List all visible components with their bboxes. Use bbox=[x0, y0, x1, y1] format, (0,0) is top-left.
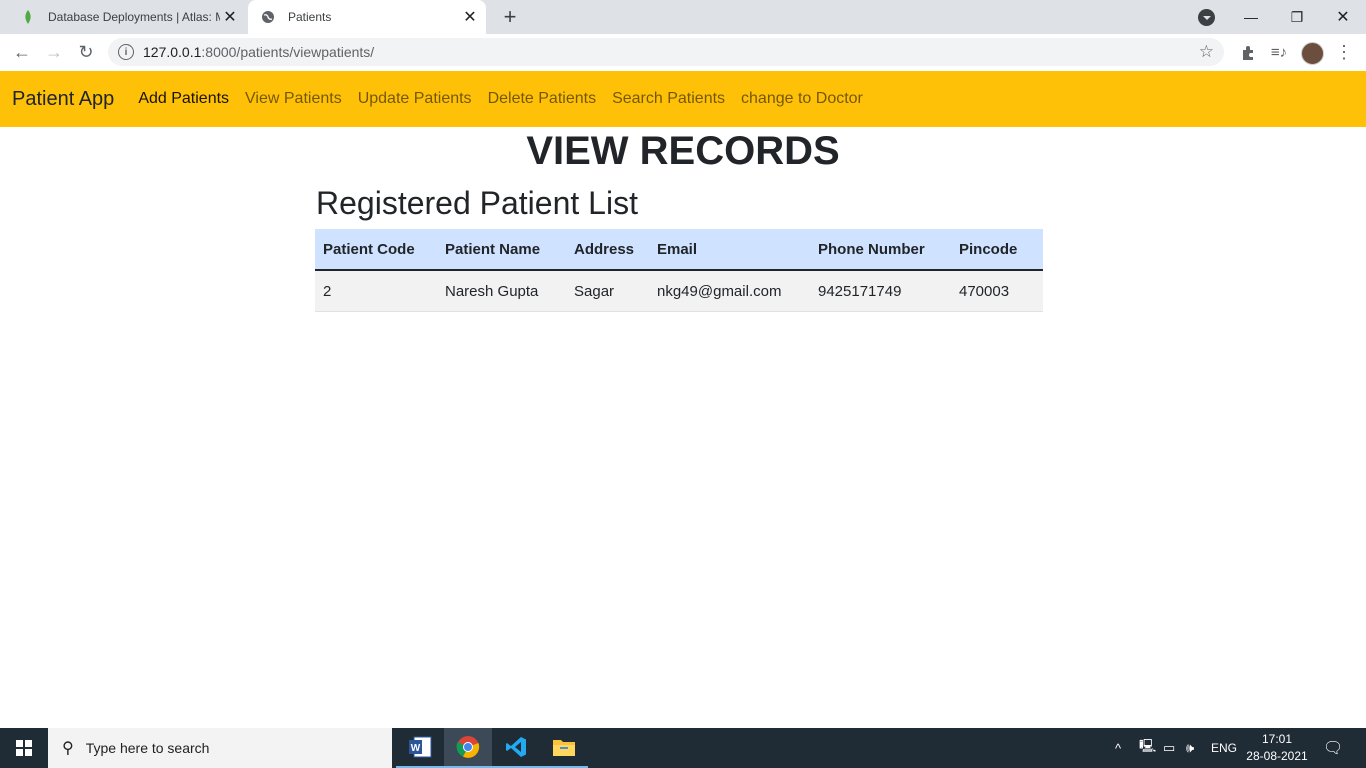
nav-change-to-doctor[interactable]: change to Doctor bbox=[733, 90, 871, 108]
table-header-row: Patient Code Patient Name Address Email … bbox=[315, 229, 1043, 271]
tab-title: Database Deployments | Atlas: M bbox=[48, 10, 220, 24]
cell-pincode: 470003 bbox=[951, 270, 1043, 312]
patients-table: Patient Code Patient Name Address Email … bbox=[315, 229, 1043, 312]
tab-strip: Database Deployments | Atlas: M ✕ Patien… bbox=[0, 0, 1366, 34]
new-tab-icon[interactable]: + bbox=[498, 4, 522, 30]
clock-date: 28-08-2021 bbox=[1246, 749, 1308, 763]
media-controls-icon[interactable]: ≡♪ bbox=[1268, 41, 1290, 63]
clock-time: 17:01 bbox=[1261, 732, 1293, 746]
cell-phone: 9425171749 bbox=[810, 270, 951, 312]
show-hidden-icons[interactable]: ^ bbox=[1115, 728, 1121, 768]
vscode-app-icon[interactable] bbox=[492, 728, 540, 768]
svg-text:W: W bbox=[411, 743, 421, 754]
column-header: Phone Number bbox=[810, 229, 951, 271]
navbar-brand[interactable]: Patient App bbox=[12, 88, 114, 111]
menu-icon[interactable]: ⋮ bbox=[1333, 41, 1355, 63]
page-subtitle: Registered Patient List bbox=[316, 185, 638, 221]
close-window-icon[interactable]: ✕ bbox=[1320, 0, 1366, 34]
tab-patients[interactable]: Patients ✕ bbox=[248, 0, 486, 34]
taskbar-clock[interactable]: 17:01 28-08-2021 bbox=[1240, 731, 1314, 765]
column-header: Email bbox=[649, 229, 810, 271]
windows-logo-icon bbox=[16, 740, 32, 756]
search-icon: ⚲ bbox=[62, 740, 74, 757]
page-title: VIEW RECORDS bbox=[526, 129, 840, 173]
chrome-app-icon[interactable] bbox=[444, 728, 492, 768]
nav-delete-patients[interactable]: Delete Patients bbox=[480, 90, 605, 108]
forward-icon[interactable]: → bbox=[42, 40, 66, 64]
start-button[interactable] bbox=[0, 728, 48, 768]
globe-icon bbox=[260, 9, 276, 25]
close-tab-icon[interactable]: ✕ bbox=[460, 7, 480, 27]
cell-address: Sagar bbox=[566, 270, 649, 312]
nav-view-patients[interactable]: View Patients bbox=[237, 90, 350, 108]
extensions-icon[interactable] bbox=[1237, 41, 1259, 63]
table-row: 2 Naresh Gupta Sagar nkg49@gmail.com 942… bbox=[315, 270, 1043, 312]
column-header: Patient Name bbox=[437, 229, 566, 271]
browser-toolbar: ← → ↻ i 127.0.0.1:8000/patients/viewpati… bbox=[0, 34, 1366, 72]
tab-atlas[interactable]: Database Deployments | Atlas: M ✕ bbox=[8, 0, 246, 34]
column-header: Address bbox=[566, 229, 649, 271]
tab-search-icon[interactable] bbox=[1198, 9, 1215, 26]
bookmark-star-icon[interactable]: ☆ bbox=[1199, 42, 1214, 62]
url-text: 127.0.0.1:8000/patients/viewpatients/ bbox=[143, 44, 375, 60]
file-explorer-icon[interactable] bbox=[540, 728, 588, 768]
nav-update-patients[interactable]: Update Patients bbox=[350, 90, 480, 108]
notifications-icon[interactable]: 🗨 bbox=[1323, 728, 1343, 768]
app-navbar: Patient App Add Patients View Patients U… bbox=[0, 71, 1366, 127]
address-bar[interactable]: i 127.0.0.1:8000/patients/viewpatients/ … bbox=[108, 38, 1224, 66]
network-icon[interactable]: 🖳 bbox=[1139, 728, 1156, 768]
mongodb-leaf-icon bbox=[20, 9, 36, 25]
restore-icon[interactable]: ❐ bbox=[1274, 0, 1320, 34]
taskbar-search-box[interactable]: ⚲ Type here to search bbox=[48, 728, 392, 768]
column-header: Patient Code bbox=[315, 229, 437, 271]
close-tab-icon[interactable]: ✕ bbox=[220, 7, 240, 27]
nav-add-patients[interactable]: Add Patients bbox=[130, 90, 237, 108]
cell-email: nkg49@gmail.com bbox=[649, 270, 810, 312]
volume-icon[interactable]: 🕪 bbox=[1186, 728, 1194, 768]
column-header: Pincode bbox=[951, 229, 1043, 271]
site-info-icon[interactable]: i bbox=[118, 44, 134, 60]
search-placeholder: Type here to search bbox=[85, 740, 210, 756]
battery-icon[interactable]: ▭ bbox=[1163, 728, 1175, 768]
minimize-icon[interactable]: — bbox=[1228, 0, 1274, 34]
language-indicator[interactable]: ENG bbox=[1211, 728, 1237, 768]
back-icon[interactable]: ← bbox=[10, 40, 34, 64]
windows-taskbar: ⚲ Type here to search W ^ 🖳 ▭ 🕪 ENG 17:0… bbox=[0, 728, 1366, 768]
word-app-icon[interactable]: W bbox=[396, 728, 444, 768]
nav-search-patients[interactable]: Search Patients bbox=[604, 90, 733, 108]
avatar[interactable] bbox=[1301, 42, 1324, 65]
cell-patient-name: Naresh Gupta bbox=[437, 270, 566, 312]
cell-patient-code: 2 bbox=[315, 270, 437, 312]
tab-title: Patients bbox=[288, 10, 332, 24]
reload-icon[interactable]: ↻ bbox=[74, 40, 98, 64]
